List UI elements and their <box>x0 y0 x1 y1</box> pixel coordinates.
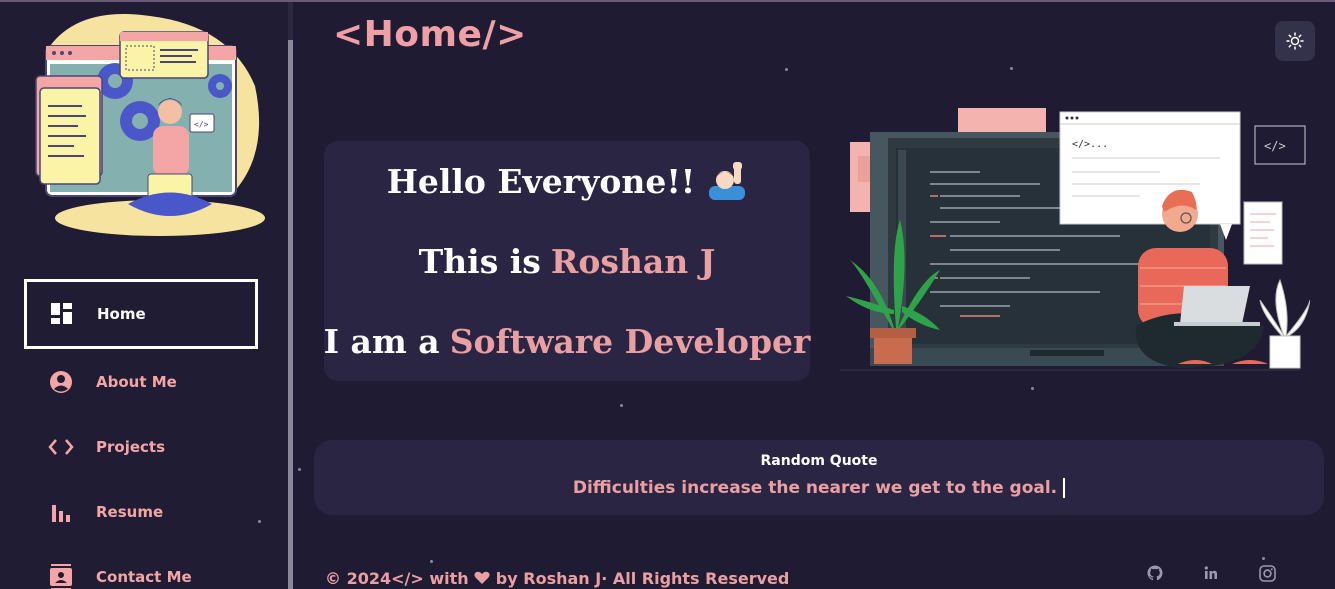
name-prefix: This is <box>418 241 541 281</box>
dashboard-icon <box>49 301 75 327</box>
linkedin-link[interactable] <box>1201 563 1221 583</box>
sidebar-scrollbar-track[interactable] <box>288 2 293 40</box>
sidebar-item-home[interactable]: Home <box>24 279 258 349</box>
sidebar-item-about-me[interactable]: About Me <box>24 349 258 414</box>
page-title: <Home/> <box>333 14 527 55</box>
name-line: This is Roshan J <box>419 221 716 301</box>
role-highlight: Software Developer <box>449 321 811 361</box>
coding-illustration: </>... </> <box>840 108 1310 371</box>
developer-illustration: </> <box>35 14 265 236</box>
sidebar-item-label: Projects <box>96 437 166 456</box>
background-star <box>620 404 623 407</box>
greeting-text: Hello Everyone!! <box>386 161 696 201</box>
name-highlight: Roshan J <box>550 241 716 281</box>
github-icon <box>1147 565 1163 581</box>
background-star <box>785 68 788 71</box>
instagram-link[interactable] <box>1257 563 1277 583</box>
background-star <box>1262 557 1265 560</box>
random-quote-card: Random Quote Difficulties increase the n… <box>314 440 1324 515</box>
sun-icon <box>1286 32 1304 50</box>
sidebar-nav: Home About Me Projects Resume Contact Me <box>24 279 258 589</box>
intro-card: Hello Everyone!! This is Roshan J I am a… <box>324 141 810 381</box>
account-circle-icon <box>48 369 74 395</box>
footer-copyright: © 2024</> with by Roshan J· All Rights R… <box>325 569 789 588</box>
bar-chart-icon <box>48 499 74 525</box>
quote-text-line: Difficulties increase the nearer we get … <box>314 478 1324 498</box>
instagram-icon <box>1258 564 1276 582</box>
byline-text: by Roshan J· All Rights Reserved <box>495 569 790 588</box>
greeting-line: Hello Everyone!! <box>387 141 748 221</box>
raising-hand-icon <box>707 162 747 200</box>
quote-text: Difficulties increase the nearer we get … <box>572 478 1058 498</box>
sidebar-item-projects[interactable]: Projects <box>24 414 258 479</box>
sidebar-item-label: Resume <box>96 502 164 521</box>
background-star <box>298 468 301 471</box>
sidebar-item-label: Home <box>97 305 146 323</box>
heart-icon <box>474 571 490 584</box>
sidebar-item-label: Contact Me <box>96 567 192 586</box>
typing-cursor <box>1063 478 1066 498</box>
github-link[interactable] <box>1145 563 1165 583</box>
background-star <box>1031 387 1034 390</box>
background-star <box>1010 67 1013 70</box>
background-star <box>258 520 261 523</box>
linkedin-icon <box>1204 566 1217 579</box>
code-tag-text: </> <box>194 120 209 129</box>
sidebar-item-contact-me[interactable]: Contact Me <box>24 544 258 589</box>
code-icon <box>48 434 74 460</box>
sidebar-item-label: About Me <box>96 372 177 391</box>
role-line: I am a Software Developer <box>324 301 811 381</box>
copyright-text: © 2024</> with <box>325 569 469 588</box>
contact-card-icon <box>48 563 74 589</box>
theme-toggle-button[interactable] <box>1275 21 1315 61</box>
snippet-label-text: </>... <box>1072 139 1108 150</box>
sidebar-item-resume[interactable]: Resume <box>24 479 258 544</box>
role-prefix: I am a <box>323 321 440 361</box>
code-tag-text: </> <box>1264 139 1286 153</box>
sidebar: </> Home About Me Projects Resume Contac… <box>0 2 292 589</box>
background-star <box>430 560 433 563</box>
sidebar-scrollbar[interactable] <box>288 40 293 589</box>
quote-title: Random Quote <box>760 453 878 469</box>
